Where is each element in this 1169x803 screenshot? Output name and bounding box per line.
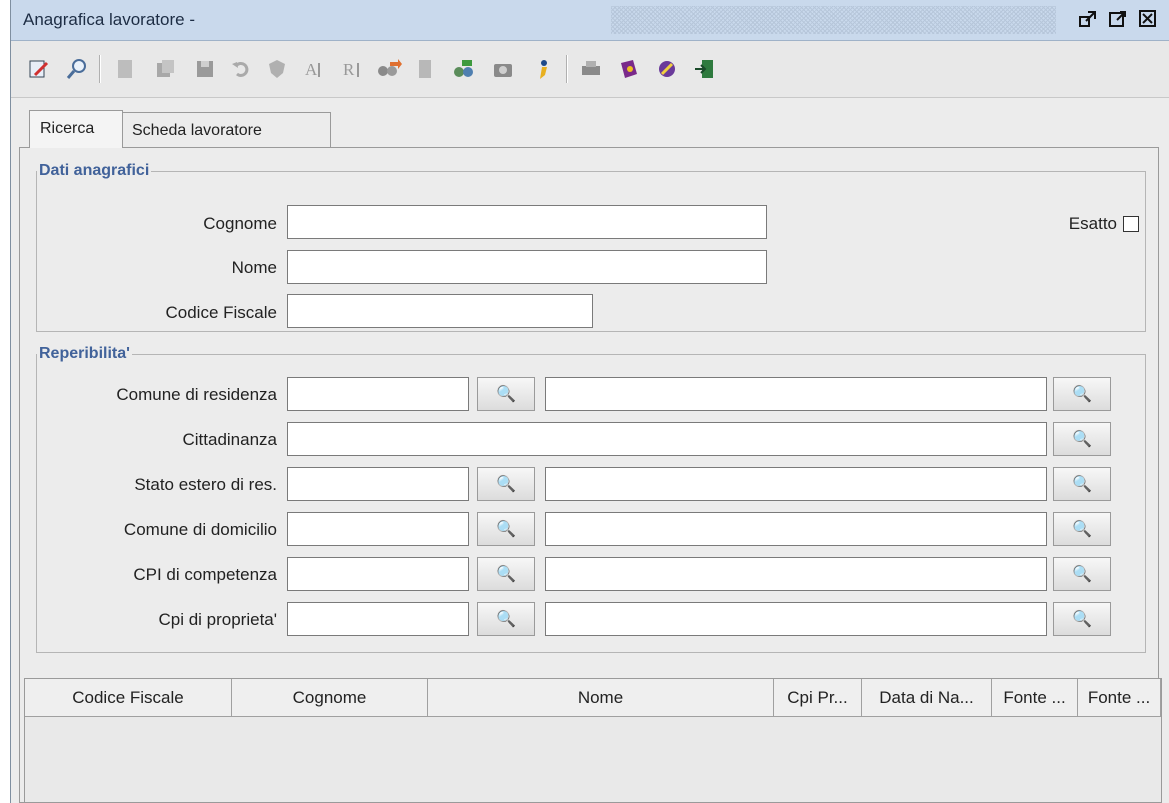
column-header-nome[interactable]: Nome xyxy=(428,679,774,717)
cpi-competenza-desc-lookup-button[interactable]: 🔍 xyxy=(1053,557,1111,591)
binoculars-icon: 🔍 xyxy=(496,386,516,403)
document-gray-icon[interactable] xyxy=(409,53,441,85)
window-title: Anagrafica lavoratore - xyxy=(23,10,195,29)
nome-input[interactable] xyxy=(287,250,767,284)
cittadinanza-lookup-button[interactable]: 🔍 xyxy=(1053,422,1111,456)
cpi-proprieta-label: Cpi di proprieta' xyxy=(158,610,277,629)
cittadinanza-label: Cittadinanza xyxy=(182,430,277,449)
binoculars-icon: 🔍 xyxy=(496,476,516,493)
binoculars-icon: 🔍 xyxy=(1072,611,1092,628)
title-pattern xyxy=(611,6,1056,34)
exit-door-icon[interactable] xyxy=(689,53,721,85)
binoculars-icon: 🔍 xyxy=(1072,521,1092,538)
comune-domicilio-label: Comune di domicilio xyxy=(123,520,277,539)
cognome-label: Cognome xyxy=(203,214,277,233)
camera-icon[interactable] xyxy=(487,53,519,85)
cpi-competenza-code-input[interactable] xyxy=(287,557,469,591)
comune-domicilio-code-input[interactable] xyxy=(287,512,469,546)
stato-estero-desc-input[interactable] xyxy=(545,467,1047,501)
column-header-cognome[interactable]: Cognome xyxy=(232,679,428,717)
info-person-icon[interactable] xyxy=(527,53,559,85)
binoculars-icon: 🔍 xyxy=(496,521,516,538)
column-header-codice-fiscale[interactable]: Codice Fiscale xyxy=(25,679,232,717)
svg-text:R: R xyxy=(343,60,355,79)
copy-icon[interactable] xyxy=(149,53,181,85)
comune-residenza-code-lookup-button[interactable]: 🔍 xyxy=(477,377,535,411)
column-header-data-nascita[interactable]: Data di Na... xyxy=(862,679,992,717)
print-icon[interactable] xyxy=(575,53,607,85)
nome-label: Nome xyxy=(231,258,277,277)
edit-pencil-icon[interactable] xyxy=(651,53,683,85)
tab-scheda-lavoratore[interactable]: Scheda lavoratore xyxy=(121,112,331,148)
cpi-competenza-code-lookup-button[interactable]: 🔍 xyxy=(477,557,535,591)
cpi-proprieta-code-input[interactable] xyxy=(287,602,469,636)
cittadinanza-input[interactable] xyxy=(287,422,1047,456)
esatto-label: Esatto xyxy=(1068,214,1117,233)
codice-fiscale-input[interactable] xyxy=(287,294,593,328)
toolbar: A R xyxy=(11,41,1169,98)
binoculars-icon: 🔍 xyxy=(496,566,516,583)
comune-residenza-label: Comune di residenza xyxy=(116,385,277,404)
help-book-icon[interactable] xyxy=(613,53,645,85)
new-document-icon[interactable] xyxy=(109,53,141,85)
restore-icon[interactable] xyxy=(1078,9,1098,29)
reperibilita-group: Reperibilita' Comune di residenza 🔍 🔍 Ci… xyxy=(36,345,1146,653)
column-header-fonte-2[interactable]: Fonte ... xyxy=(1078,679,1161,717)
title-bar: Anagrafica lavoratore - xyxy=(11,0,1169,41)
binoculars-icon: 🔍 xyxy=(1072,566,1092,583)
stato-estero-desc-lookup-button[interactable]: 🔍 xyxy=(1053,467,1111,501)
edit-icon[interactable] xyxy=(23,53,55,85)
cpi-proprieta-desc-input[interactable] xyxy=(545,602,1047,636)
tab-ricerca[interactable]: Ricerca xyxy=(29,110,123,148)
binoculars-arrow-icon[interactable] xyxy=(373,53,405,85)
cpi-competenza-desc-input[interactable] xyxy=(545,557,1047,591)
column-header-fonte-1[interactable]: Fonte ... xyxy=(992,679,1078,717)
cognome-input[interactable] xyxy=(287,205,767,239)
cpi-competenza-label: CPI di competenza xyxy=(133,565,277,584)
binoculars-icon: 🔍 xyxy=(1072,476,1092,493)
cpi-proprieta-code-lookup-button[interactable]: 🔍 xyxy=(477,602,535,636)
binoculars-icon: 🔍 xyxy=(1072,386,1092,403)
dati-anagrafici-group: Dati anagrafici Cognome Nome Codice Fisc… xyxy=(36,162,1146,332)
binoculars-icon: 🔍 xyxy=(496,611,516,628)
cpi-proprieta-desc-lookup-button[interactable]: 🔍 xyxy=(1053,602,1111,636)
text-r-icon[interactable]: R xyxy=(337,53,369,85)
close-icon[interactable] xyxy=(1138,9,1158,29)
reperibilita-legend: Reperibilita' xyxy=(39,345,130,362)
comune-residenza-desc-input[interactable] xyxy=(545,377,1047,411)
results-table: Codice Fiscale Cognome Nome Cpi Pr... Da… xyxy=(24,678,1162,803)
esatto-checkbox[interactable] xyxy=(1123,216,1139,232)
svg-text:A: A xyxy=(305,60,318,79)
search-icon[interactable] xyxy=(61,53,93,85)
comune-domicilio-code-lookup-button[interactable]: 🔍 xyxy=(477,512,535,546)
comune-residenza-code-input[interactable] xyxy=(287,377,469,411)
stato-estero-code-input[interactable] xyxy=(287,467,469,501)
undo-icon[interactable] xyxy=(225,53,257,85)
shield-icon[interactable] xyxy=(261,53,293,85)
comune-residenza-desc-lookup-button[interactable]: 🔍 xyxy=(1053,377,1111,411)
binoculars-icon: 🔍 xyxy=(1072,431,1092,448)
binoculars-go-icon[interactable] xyxy=(449,53,481,85)
stato-estero-label: Stato estero di res. xyxy=(134,475,277,494)
dati-anagrafici-legend: Dati anagrafici xyxy=(39,162,150,179)
comune-domicilio-desc-lookup-button[interactable]: 🔍 xyxy=(1053,512,1111,546)
maximize-icon[interactable] xyxy=(1108,9,1128,29)
save-icon[interactable] xyxy=(189,53,221,85)
text-a-icon[interactable]: A xyxy=(299,53,331,85)
codice-fiscale-label: Codice Fiscale xyxy=(165,303,278,322)
comune-domicilio-desc-input[interactable] xyxy=(545,512,1047,546)
column-header-cpi[interactable]: Cpi Pr... xyxy=(774,679,862,717)
stato-estero-code-lookup-button[interactable]: 🔍 xyxy=(477,467,535,501)
